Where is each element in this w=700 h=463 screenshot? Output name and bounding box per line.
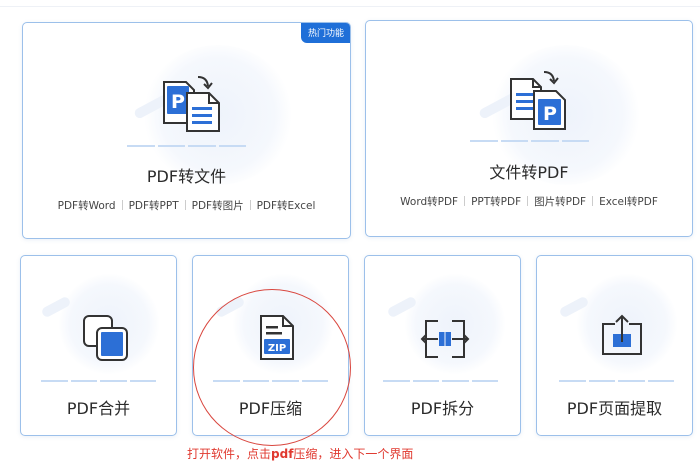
link-pdf-to-word[interactable]: PDF转Word [58, 200, 116, 212]
svg-text:P: P [171, 91, 185, 113]
card-title: PDF压缩 [238, 399, 303, 418]
pdf-extract-pages-card[interactable]: PDF页面提取 [536, 255, 693, 436]
svg-text:P: P [543, 103, 557, 125]
card-title: 文件转PDF [489, 163, 569, 182]
link-pdf-to-ppt[interactable]: PDF转PPT [129, 200, 179, 212]
icon-baseline [470, 140, 592, 142]
icon-baseline [383, 380, 501, 382]
link-pdf-to-excel[interactable]: PDF转Excel [257, 200, 316, 212]
link-word-to-pdf[interactable]: Word转PDF [400, 196, 458, 208]
pdf-merge-card[interactable]: PDF合并 [20, 255, 177, 436]
pdf-to-file-icon: P [161, 75, 223, 135]
card-title: PDF转文件 [146, 167, 227, 186]
instruction-caption: 打开软件，点击pdf压缩，进入下一个界面 [187, 447, 414, 461]
file-to-pdf-card[interactable]: P 文件转PDF Word转PDF PPT转PDF 图片转PDF Excel转PDF [365, 20, 693, 237]
card-title: PDF合并 [66, 399, 131, 418]
icon-baseline [213, 380, 331, 382]
card-title: PDF页面提取 [566, 399, 663, 418]
file-to-pdf-icon: P [506, 69, 568, 131]
separator [249, 200, 251, 210]
card-title: PDF拆分 [410, 399, 475, 418]
top-divider [0, 6, 700, 7]
icon-baseline [127, 145, 249, 147]
separator [464, 196, 466, 206]
pdf-to-file-card[interactable]: 热门功能 P PDF转文件 PDF转Word PDF转PPT PDF转图片 PDF转E… [22, 22, 351, 239]
pdf-split-card[interactable]: PDF拆分 [364, 255, 521, 436]
separator [527, 196, 529, 206]
split-icon [420, 318, 470, 360]
separator [121, 200, 123, 210]
link-excel-to-pdf[interactable]: Excel转PDF [599, 196, 658, 208]
zip-file-icon: ZIP [257, 314, 297, 362]
link-image-to-pdf[interactable]: 图片转PDF [534, 196, 586, 208]
separator [592, 196, 594, 206]
sub-links: Word转PDF PPT转PDF 图片转PDF Excel转PDF [366, 194, 692, 209]
separator [184, 200, 186, 210]
merge-icon [81, 313, 131, 363]
zip-label: ZIP [268, 343, 286, 354]
hot-feature-badge: 热门功能 [300, 23, 350, 43]
extract-page-icon [599, 312, 645, 358]
pdf-compress-card[interactable]: ZIP PDF压缩 [192, 255, 349, 436]
link-ppt-to-pdf[interactable]: PPT转PDF [471, 196, 521, 208]
icon-baseline [559, 380, 677, 382]
link-pdf-to-image[interactable]: PDF转图片 [192, 200, 244, 212]
icon-baseline [41, 380, 159, 382]
sub-links: PDF转Word PDF转PPT PDF转图片 PDF转Excel [23, 198, 350, 213]
